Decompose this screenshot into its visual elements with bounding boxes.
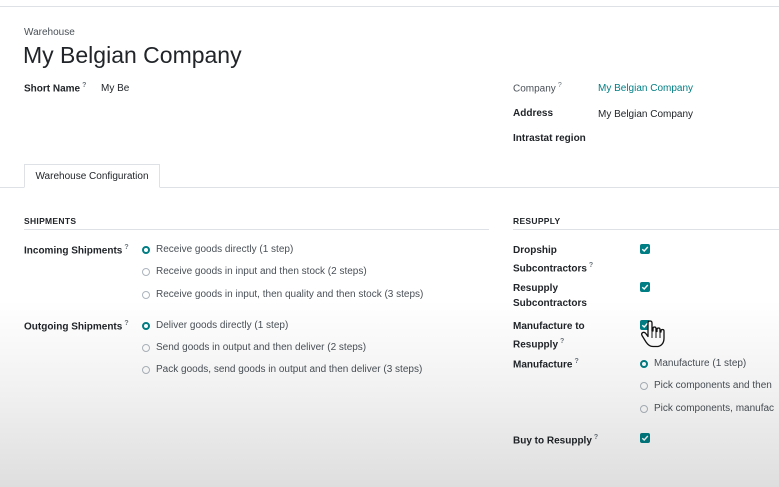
help-icon[interactable]: ? [560, 338, 564, 345]
radio-selected-icon[interactable] [142, 245, 150, 254]
incoming-option-2[interactable]: Receive goods in input and then stock (2… [142, 266, 367, 277]
radio-icon[interactable] [640, 381, 648, 390]
manufacture-to-resupply-label: Manufacture to Resupply? [513, 321, 585, 351]
company-label: Company? [513, 82, 562, 95]
shipments-section-title: SHIPMENTS [24, 216, 77, 226]
incoming-option-3[interactable]: Receive goods in input, then quality and… [142, 289, 423, 300]
radio-icon[interactable] [640, 404, 648, 413]
resupply-section-title: RESUPPLY [513, 216, 561, 226]
manufacture-option-3[interactable]: Pick components, manufac [640, 403, 774, 414]
company-link[interactable]: My Belgian Company [598, 83, 693, 94]
incoming-shipments-label: Incoming Shipments? [24, 244, 129, 257]
intrastat-region-label: Intrastat region [513, 133, 586, 144]
shipments-divider [24, 229, 489, 230]
dropship-subcontractors-checkbox[interactable] [640, 244, 650, 254]
help-icon[interactable]: ? [594, 434, 598, 441]
buy-to-resupply-checkbox[interactable] [640, 433, 650, 443]
radio-icon[interactable] [142, 267, 150, 276]
buy-to-resupply-label: Buy to Resupply? [513, 434, 599, 447]
resupply-subcontractors-checkbox[interactable] [640, 282, 650, 292]
checkmark-icon [641, 284, 649, 291]
address-label: Address [513, 108, 554, 119]
breadcrumb[interactable]: Warehouse [24, 27, 75, 38]
radio-icon[interactable] [142, 290, 150, 299]
radio-selected-icon[interactable] [142, 321, 150, 330]
radio-selected-icon[interactable] [640, 359, 648, 368]
manufacture-option-1[interactable]: Manufacture (1 step) [640, 358, 746, 369]
page-title[interactable]: My Belgian Company [23, 42, 242, 69]
short-name-input[interactable]: My Be [101, 83, 129, 94]
manufacture-label: Manufacture? [513, 358, 579, 371]
checkmark-icon [641, 435, 649, 442]
hand-cursor-icon [640, 320, 665, 348]
help-icon[interactable]: ? [124, 320, 128, 327]
radio-icon[interactable] [142, 365, 150, 374]
dropship-subcontractors-label: Dropship Subcontractors? [513, 245, 594, 275]
short-name-label: Short Name? [24, 82, 87, 95]
resupply-divider [513, 229, 779, 230]
radio-icon[interactable] [142, 343, 150, 352]
manufacture-option-2[interactable]: Pick components and then [640, 380, 772, 391]
help-icon[interactable]: ? [589, 262, 593, 269]
checkmark-icon [641, 246, 649, 253]
address-value[interactable]: My Belgian Company [598, 109, 693, 120]
outgoing-option-1[interactable]: Deliver goods directly (1 step) [142, 320, 288, 331]
help-icon[interactable]: ? [124, 244, 128, 251]
outgoing-option-2[interactable]: Send goods in output and then deliver (2… [142, 342, 366, 353]
tab-warehouse-configuration[interactable]: Warehouse Configuration [24, 164, 160, 188]
top-border [0, 6, 779, 7]
outgoing-option-3[interactable]: Pack goods, send goods in output and the… [142, 364, 422, 375]
outgoing-shipments-label: Outgoing Shipments? [24, 320, 129, 333]
help-icon[interactable]: ? [82, 82, 86, 89]
help-icon[interactable]: ? [558, 82, 562, 89]
help-icon[interactable]: ? [574, 358, 578, 365]
resupply-subcontractors-label: Resupply Subcontractors [513, 283, 587, 309]
incoming-option-1[interactable]: Receive goods directly (1 step) [142, 244, 293, 255]
